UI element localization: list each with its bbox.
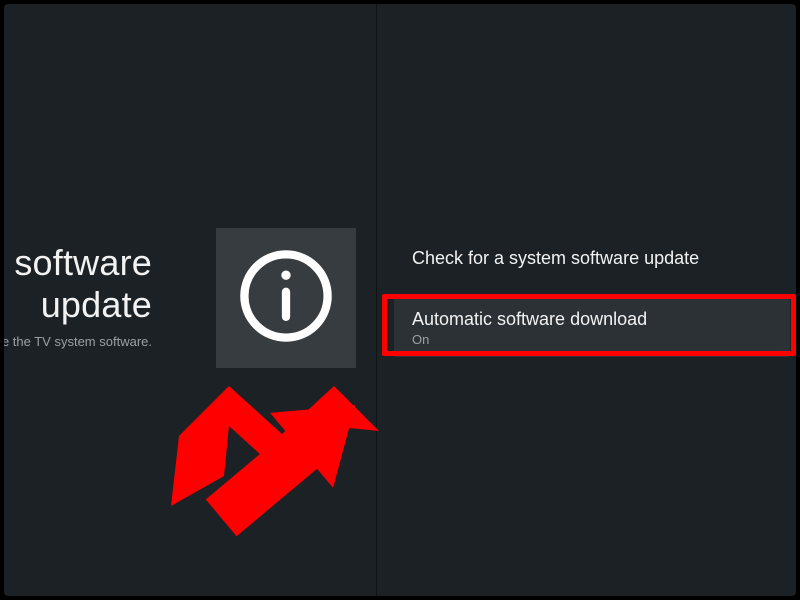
info-icon bbox=[234, 244, 338, 353]
option-value: On bbox=[412, 332, 772, 347]
annotation-arrow bbox=[154, 376, 384, 556]
page-title-line1: n software bbox=[4, 242, 152, 283]
page-title: n software update bbox=[4, 242, 152, 327]
option-check-update[interactable]: Check for a system software update bbox=[394, 234, 790, 283]
option-label: Check for a system software update bbox=[412, 248, 772, 269]
page-subtitle: te the TV system software. bbox=[4, 334, 152, 349]
settings-screen: n software update te the TV system softw… bbox=[4, 4, 796, 596]
option-label: Automatic software download bbox=[412, 309, 772, 330]
page-title-line2: update bbox=[41, 284, 152, 325]
option-auto-download[interactable]: Automatic software download On bbox=[394, 299, 790, 357]
info-icon-tile bbox=[216, 228, 356, 368]
vertical-divider bbox=[376, 4, 377, 596]
options-list: Check for a system software update Autom… bbox=[394, 234, 790, 357]
